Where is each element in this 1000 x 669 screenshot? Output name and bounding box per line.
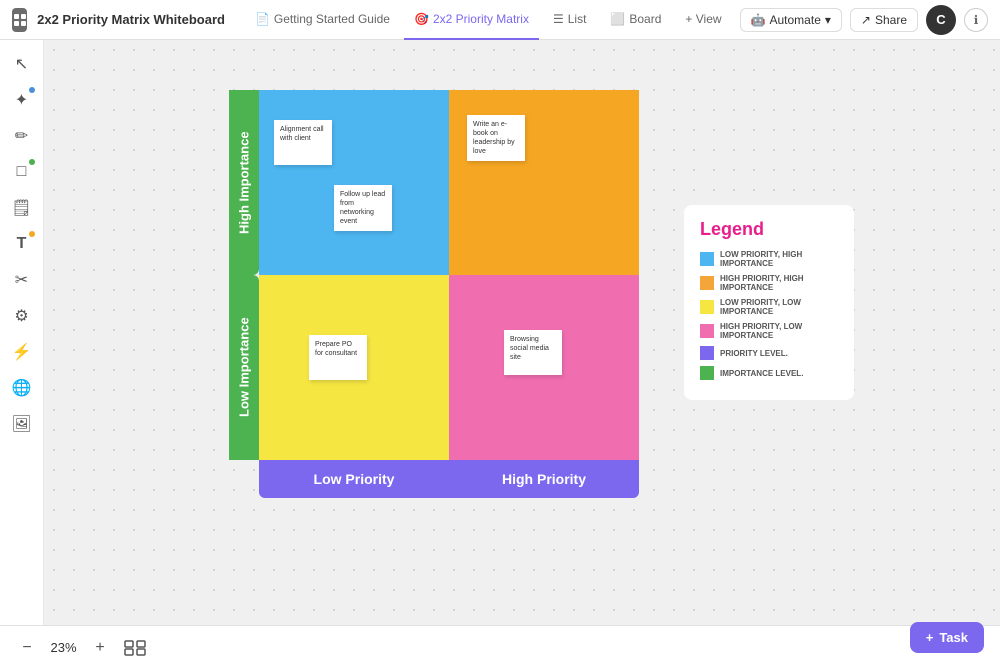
sidebar-item-image[interactable]: 🖼 — [6, 408, 38, 440]
sticky-alignment[interactable]: Alignment call with client — [274, 120, 332, 165]
sidebar-item-magic[interactable]: ✦ — [6, 84, 38, 116]
dot-green — [29, 159, 35, 165]
legend-item-2: LOW PRIORITY, LOW IMPORTANCE — [700, 298, 838, 316]
zoom-out-button[interactable]: − — [16, 637, 38, 659]
avatar: C — [926, 5, 956, 35]
sticky-followup[interactable]: Follow up lead from networking event — [334, 185, 392, 231]
legend-color-purple — [700, 346, 714, 360]
matrix-container: High Importance Low Importance Alignment… — [229, 90, 639, 498]
sidebar-item-cursor[interactable]: ↖ — [6, 48, 38, 80]
legend-color-yellow — [700, 300, 714, 314]
sidebar: ↖ ✦ ✏ □ 🗒 T ✂ ⚙ ⚡ 🌐 — [0, 40, 44, 625]
sidebar-item-settings[interactable]: ⚙ — [6, 300, 38, 332]
sticky-social-media[interactable]: Browsing social media site — [504, 330, 562, 375]
matrix-top-row: Alignment call with client Follow up lea… — [259, 90, 639, 275]
cell-low-priority-low-importance[interactable]: Prepare PO for consultant — [259, 275, 449, 460]
image-icon: 🖼 — [11, 414, 31, 434]
board-icon: ⬜ — [610, 12, 625, 26]
sidebar-item-scissors[interactable]: ✂ — [6, 264, 38, 296]
header-actions: 🤖 Automate ▾ ↗ Share C ℹ — [740, 5, 988, 35]
tab-list[interactable]: ☰ List — [543, 0, 596, 40]
pen-icon: ✏ — [15, 126, 28, 146]
doc-icon: 📄 — [255, 12, 270, 26]
sidebar-item-shapes[interactable]: □ — [6, 156, 38, 188]
importance-high-label: High Importance — [229, 90, 259, 275]
legend: Legend LOW PRIORITY, HIGH IMPORTANCE HIG… — [684, 205, 854, 400]
header: 2x2 Priority Matrix Whiteboard 📄 Getting… — [0, 0, 1000, 40]
priority-low-label: Low Priority — [259, 460, 449, 498]
sticky-prepare-po[interactable]: Prepare PO for consultant — [309, 335, 367, 380]
legend-color-pink — [700, 324, 714, 338]
cell-high-priority-low-importance[interactable]: Browsing social media site — [449, 275, 639, 460]
task-button[interactable]: + Task — [910, 622, 984, 653]
share-icon: ↗ — [861, 13, 871, 27]
zoom-level: 23% — [46, 640, 81, 655]
legend-color-blue — [700, 252, 714, 266]
cursor-icon: ↖ — [15, 54, 28, 74]
priority-labels-row: Low Priority High Priority — [259, 460, 639, 498]
automate-button[interactable]: 🤖 Automate ▾ — [740, 8, 842, 32]
sidebar-item-transform[interactable]: ⚡ — [6, 336, 38, 368]
globe-icon: 🌐 — [12, 378, 32, 398]
legend-item-5: IMPORTANCE LEVEL. — [700, 366, 838, 380]
legend-item-3: HIGH PRIORITY, LOW IMPORTANCE — [700, 322, 838, 340]
tab-priority-matrix[interactable]: 🎯 2x2 Priority Matrix — [404, 0, 539, 40]
cell-low-priority-high-importance[interactable]: Alignment call with client Follow up lea… — [259, 90, 449, 275]
scissors-icon: ✂ — [15, 270, 28, 290]
magic-icon: ✦ — [15, 90, 28, 110]
sidebar-item-text[interactable]: T — [6, 228, 38, 260]
importance-labels: High Importance Low Importance — [229, 90, 259, 460]
tab-view[interactable]: + View — [675, 0, 731, 40]
fit-view-button[interactable] — [119, 637, 151, 659]
app-icon — [12, 8, 27, 32]
tab-getting-started[interactable]: 📄 Getting Started Guide — [245, 0, 400, 40]
automate-icon: 🤖 — [751, 13, 766, 27]
tab-board[interactable]: ⬜ Board — [600, 0, 671, 40]
info-button[interactable]: ℹ — [964, 8, 988, 32]
legend-title: Legend — [700, 219, 838, 240]
text-icon: T — [17, 235, 27, 253]
share-button[interactable]: ↗ Share — [850, 8, 918, 32]
importance-low-label: Low Importance — [229, 275, 259, 460]
app-title: 2x2 Priority Matrix Whiteboard — [37, 12, 225, 27]
sticky-ebook[interactable]: Write an e-book on leadership by love — [467, 115, 525, 161]
task-label: Task — [939, 630, 968, 645]
sidebar-item-globe[interactable]: 🌐 — [6, 372, 38, 404]
legend-item-4: PRIORITY LEVEL. — [700, 346, 838, 360]
shapes-icon: □ — [17, 163, 27, 181]
matrix-main: High Importance Low Importance Alignment… — [229, 90, 639, 460]
main: ↖ ✦ ✏ □ 🗒 T ✂ ⚙ ⚡ 🌐 — [0, 40, 1000, 625]
matrix-grid: Alignment call with client Follow up lea… — [259, 90, 639, 460]
sticky-icon: 🗒 — [11, 198, 31, 218]
priority-high-label: High Priority — [449, 460, 639, 498]
zoom-in-button[interactable]: + — [89, 637, 111, 659]
task-plus-icon: + — [926, 630, 934, 645]
cell-high-priority-high-importance[interactable]: Write an e-book on leadership by love — [449, 90, 639, 275]
chevron-down-icon: ▾ — [825, 13, 831, 27]
legend-color-green — [700, 366, 714, 380]
canvas[interactable]: High Importance Low Importance Alignment… — [44, 40, 1000, 625]
legend-color-orange — [700, 276, 714, 290]
dot-blue — [29, 87, 35, 93]
list-icon: ☰ — [553, 12, 564, 26]
legend-item-1: HIGH PRIORITY, HIGH IMPORTANCE — [700, 274, 838, 292]
dot-yellow — [29, 231, 35, 237]
bottom-bar: − 23% + — [0, 625, 1000, 669]
sidebar-item-sticky[interactable]: 🗒 — [6, 192, 38, 224]
matrix-bottom-row: Prepare PO for consultant Browsing socia… — [259, 275, 639, 460]
sidebar-item-pen[interactable]: ✏ — [6, 120, 38, 152]
settings-icon: ⚙ — [14, 306, 28, 326]
legend-item-0: LOW PRIORITY, HIGH IMPORTANCE — [700, 250, 838, 268]
matrix-icon: 🎯 — [414, 12, 429, 26]
transform-icon: ⚡ — [12, 342, 32, 362]
